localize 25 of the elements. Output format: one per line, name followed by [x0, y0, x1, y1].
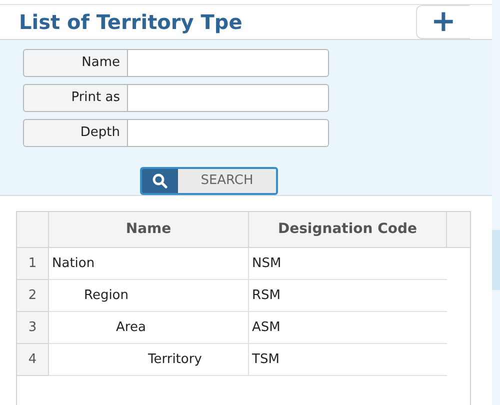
input-field[interactable]	[128, 119, 329, 147]
table-cell-text: TSM	[252, 350, 280, 369]
field-label: Depth	[23, 119, 128, 147]
field-label: Name	[23, 49, 128, 77]
table-cell-text: Area	[116, 318, 146, 337]
row-number: 3	[17, 312, 49, 344]
row-number: 1	[17, 248, 49, 280]
page-title: List of Territory Tpe	[19, 9, 242, 36]
column-header: Name	[49, 212, 249, 247]
table-cell-text: Nation	[52, 254, 95, 273]
field-label: Print as	[23, 84, 128, 112]
side-panel-highlight	[492, 230, 500, 290]
table-cell-text: Region	[84, 286, 129, 305]
row-number: 2	[17, 280, 49, 312]
table-cell-text: Territory	[148, 350, 202, 369]
row-number: 4	[17, 344, 49, 376]
table-cell-text: RSM	[252, 286, 281, 305]
add-button[interactable]: +	[416, 5, 470, 39]
input-field[interactable]	[128, 49, 329, 77]
table-cell-text: ASM	[252, 318, 280, 337]
search-icon	[152, 173, 168, 189]
table-cell-text: NSM	[252, 254, 282, 273]
search-button[interactable]: SEARCH	[140, 167, 278, 195]
column-header: Designation Code	[249, 212, 447, 247]
input-field[interactable]	[128, 84, 329, 112]
